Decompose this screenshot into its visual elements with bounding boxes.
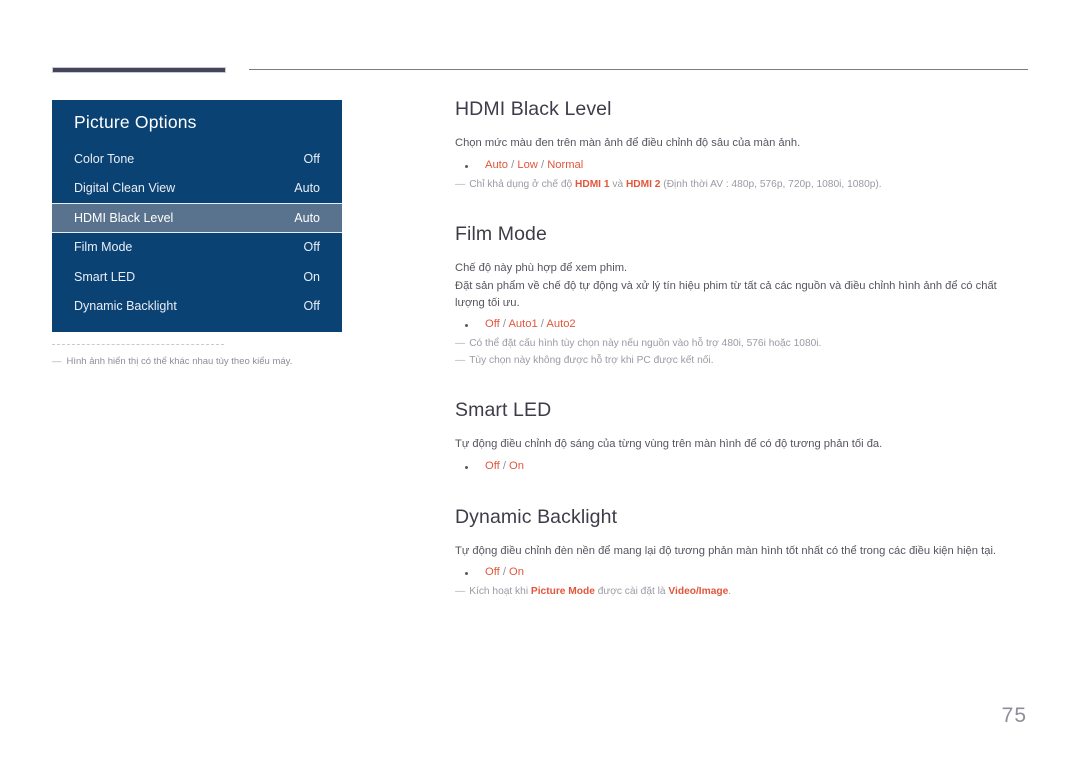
section-note-1: ― Có thể đặt cấu hình tùy chọn này nếu n… [455,336,1028,352]
note-term-picture-mode: Picture Mode [530,586,595,598]
note-text: Tùy chọn này không được hỗ trợ khi PC đư… [469,354,714,366]
note-part: (Định thời AV : 480p, 576p, 720p, 1080i,… [660,178,882,190]
section-hdmi-black-level: HDMI Black Level Chọn mức màu đen trên m… [455,98,1028,193]
option-normal: Normal [547,158,584,171]
section-title: HDMI Black Level [455,98,612,120]
picture-options-menu-panel: Picture Options Color Tone Off Digital C… [52,100,342,332]
section-dynamic-backlight: Dynamic Backlight Tự động điều chỉnh đèn… [455,506,1028,601]
option-list: Off / On [455,458,1028,476]
section-title: Smart LED [455,399,552,421]
option-low: Low [517,158,538,171]
section-description-1: Chế độ này phù hợp để xem phim. [455,262,628,275]
section-note: ― Kích hoạt khi Picture Mode được cài đặ… [455,584,1028,600]
menu-item-dynamic-backlight[interactable]: Dynamic Backlight Off [52,292,342,322]
menu-item-label: Dynamic Backlight [74,299,177,314]
menu-item-value: On [303,269,320,284]
menu-item-label: Film Mode [74,240,133,255]
option-list-item: Off / On [455,458,1028,476]
option-separator: / [502,318,506,331]
option-off: Off [485,459,500,472]
note-text: Có thể đặt cấu hình tùy chọn này nếu ngu… [469,338,822,350]
footnote-divider [52,344,224,345]
option-on: On [509,459,524,472]
page-number: 75 [1001,704,1027,727]
section-description: Tự động điều chỉnh độ sáng của từng vùng… [455,438,883,451]
option-list-item: Auto / Low / Normal [455,157,1028,175]
section-smart-led: Smart LED Tự động điều chỉnh độ sáng của… [455,399,1028,476]
section-note-2: ― Tùy chọn này không được hỗ trợ khi PC … [455,353,1028,369]
note-term-video-image: Video/Image [668,586,729,598]
menu-item-smart-led[interactable]: Smart LED On [52,262,342,292]
note-dash-icon: ― [455,338,466,350]
section-title: Dynamic Backlight [455,505,618,528]
option-auto: Auto [485,158,509,171]
note-term-hdmi2: HDMI 2 [625,178,661,190]
note-text: Kích hoạt khi Picture Mode được cài đặt … [469,584,731,600]
menu-item-label: Digital Clean View [74,181,176,196]
section-description-2: Đặt sản phẩm về chế độ tự động và xử lý … [455,279,997,310]
main-content: HDMI Black Level Chọn mức màu đen trên m… [455,98,1028,601]
option-list: Off / On [455,564,1028,582]
note-part: được cài đặt là [594,586,669,598]
note-term-hdmi1: HDMI 1 [574,178,610,190]
option-off: Off [485,318,500,331]
option-off: Off [485,566,500,579]
note-part: Chỉ khả dụng ở chế độ [469,178,575,190]
menu-item-hdmi-black-level[interactable]: HDMI Black Level Auto [52,203,342,233]
section-description: Chọn mức màu đen trên màn ảnh để điều ch… [455,137,801,150]
option-auto2: Auto2 [546,318,576,331]
note-part: và [609,178,626,190]
menu-item-value: Off [303,240,320,255]
option-list: Off / Auto1 / Auto2 [455,316,1028,334]
menu-item-value: Auto [294,181,320,196]
option-list-item: Off / On [455,564,1028,582]
footnote-text: Hình ảnh hiển thị có thể khác nhau tùy t… [66,356,293,367]
menu-title: Picture Options [74,112,197,132]
option-on: On [509,566,524,579]
menu-item-label: Smart LED [74,269,136,284]
option-separator: / [502,566,506,579]
note-dash-icon: ― [455,586,466,598]
option-auto1: Auto1 [508,318,538,331]
menu-row-list: Color Tone Off Digital Clean View Auto H… [52,144,342,321]
section-film-mode: Film Mode Chế độ này phù hợp để xem phim… [455,223,1028,369]
option-separator: / [502,459,506,472]
note-dash-icon: ― [455,178,466,190]
footnote-dash-icon: ― [52,356,62,367]
menu-item-digital-clean-view[interactable]: Digital Clean View Auto [52,174,342,204]
note-part: Kích hoạt khi [469,586,531,598]
menu-item-value: Off [303,151,320,166]
note-text: Chỉ khả dụng ở chế độ HDMI 1 và HDMI 2 (… [469,177,881,193]
menu-item-color-tone[interactable]: Color Tone Off [52,144,342,174]
header-accent-bar [52,67,226,73]
option-separator: / [511,158,515,171]
menu-item-value: Off [303,299,320,314]
note-dash-icon: ― [455,354,466,366]
option-separator: / [540,318,544,331]
option-separator: / [540,158,545,171]
section-title: Film Mode [455,222,547,245]
note-part: . [728,586,732,598]
menu-item-label: HDMI Black Level [74,210,174,225]
menu-item-value: Auto [294,210,320,225]
option-list: Auto / Low / Normal [455,157,1028,175]
menu-item-film-mode[interactable]: Film Mode Off [52,233,342,263]
section-description: Tự động điều chỉnh đèn nền để mang lại đ… [455,545,997,558]
option-list-item: Off / Auto1 / Auto2 [455,316,1028,334]
menu-footnote: ― Hình ảnh hiển thị có thể khác nhau tùy… [52,355,382,368]
header-divider-line [249,69,1028,70]
section-note: ― Chỉ khả dụng ở chế độ HDMI 1 và HDMI 2… [455,177,1028,193]
menu-item-label: Color Tone [74,151,135,166]
